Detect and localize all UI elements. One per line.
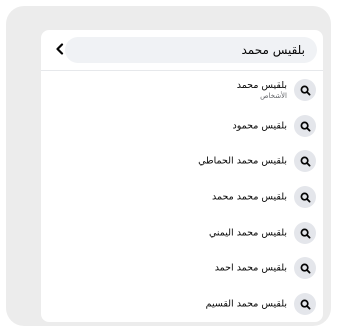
search-icon — [300, 299, 310, 309]
dialog-frame: بلقيس محمدالأشخاص بلقيس محمود بلقيس محمد ا… — [6, 6, 331, 326]
search-result-text: بلقيس محمد اليمني — [209, 228, 287, 239]
search-dropdown-panel: بلقيس محمدالأشخاص بلقيس محمود بلقيس محمد ا… — [41, 30, 323, 322]
search-icon-badge — [294, 150, 316, 172]
search-icon-badge — [294, 186, 316, 208]
search-icon — [300, 156, 310, 166]
search-icon-badge — [294, 293, 316, 315]
search-icon — [300, 121, 310, 131]
search-result-label: بلقيس محمد احمد — [214, 262, 287, 274]
search-result-text: بلقيس محمد محمد — [212, 192, 287, 203]
search-icon-badge — [294, 257, 316, 279]
search-result-text: بلقيس محمد الحماطي — [198, 156, 287, 167]
search-field[interactable] — [65, 37, 317, 63]
search-result-item[interactable]: بلقيس محمد محمد — [41, 180, 323, 214]
search-input[interactable] — [65, 37, 317, 63]
search-result-item[interactable]: بلقيس محمد احمد — [41, 251, 323, 285]
search-result-label: بلقيس محمد الحماطي — [198, 155, 287, 167]
search-result-label: بلقيس محمد — [236, 80, 287, 91]
search-result-text: بلقيس محمد الأشخاص — [237, 80, 287, 100]
search-icon — [300, 192, 310, 202]
search-result-item[interactable]: بلقيس محمد اليمني — [41, 216, 323, 250]
search-bar — [41, 30, 323, 71]
search-result-category: الأشخاص — [260, 92, 287, 100]
search-icon — [300, 228, 310, 238]
search-icon — [300, 263, 310, 273]
search-result-text: بلقيس محمد احمد — [215, 263, 287, 274]
search-icon-badge — [294, 222, 316, 244]
search-result-item[interactable]: بلقيس محمود — [41, 109, 323, 143]
search-result-label: بلقيس محمد القسيم — [205, 298, 287, 310]
search-result-item[interactable]: بلقيس محمد الأشخاص — [41, 71, 323, 109]
search-result-label: بلقيس محمود — [232, 120, 287, 132]
search-result-text: بلقيس محمود — [233, 121, 287, 132]
search-icon-badge — [294, 115, 316, 137]
search-result-label: بلقيس محمد محمد — [211, 191, 287, 203]
search-result-text: بلقيس محمد القسيم — [206, 299, 287, 310]
search-icon-badge — [294, 79, 316, 101]
search-result-item[interactable]: بلقيس محمد الحماطي — [41, 144, 323, 178]
search-result-item[interactable]: بلقيس محمد القسيم — [41, 287, 323, 321]
search-result-label: بلقيس محمد اليمني — [209, 227, 287, 239]
search-icon — [300, 85, 310, 95]
